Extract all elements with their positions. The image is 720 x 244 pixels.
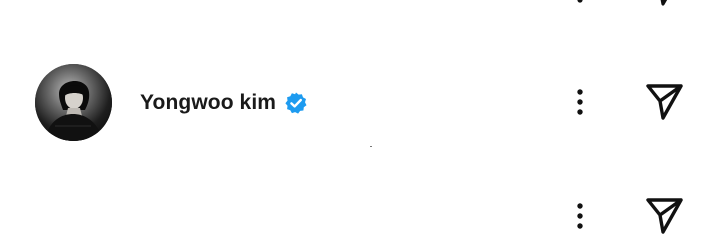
share-button[interactable] [640,77,688,125]
avatar[interactable] [35,64,112,141]
more-vertical-icon [577,203,583,229]
verified-badge-icon [284,91,308,115]
user-name-group[interactable]: Yongwoo kim [140,88,308,118]
feed-row-user: Yongwoo kim [0,62,720,142]
speck [370,146,372,147]
more-options-button[interactable] [566,0,594,12]
share-button[interactable] [640,0,688,12]
share-button[interactable] [640,191,688,239]
more-options-button[interactable] [566,196,594,236]
send-icon [646,198,683,234]
more-vertical-icon [577,89,583,115]
feed-row-bottom [0,188,720,244]
send-icon [646,84,683,120]
user-name[interactable]: Yongwoo kim [140,88,276,118]
more-options-button[interactable] [566,82,594,122]
feed-row-top [0,0,720,16]
more-vertical-icon [577,0,583,3]
send-icon [660,0,668,6]
profile-photo [35,64,112,141]
